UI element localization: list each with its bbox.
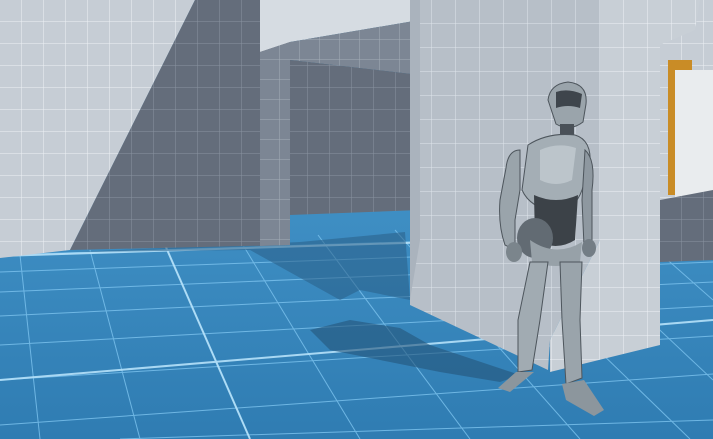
left-wall [0,0,290,258]
back-structure [260,0,420,246]
scene-render [0,0,713,439]
game-viewport[interactable] [0,0,713,439]
